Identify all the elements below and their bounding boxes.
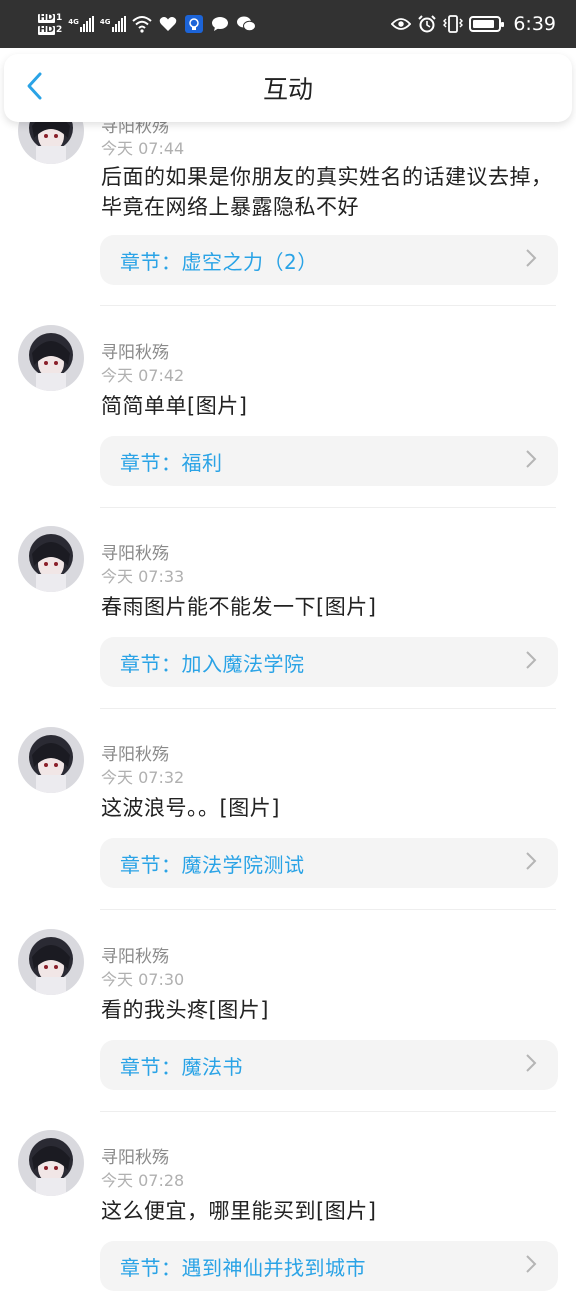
avatar[interactable] [18,1130,84,1196]
avatar[interactable] [18,526,84,592]
vibrate-icon [443,14,464,34]
timestamp: 今天 07:28 [101,1171,185,1190]
hd-badge-2: HD 2 [38,24,63,35]
battery-icon [469,16,505,32]
signal-1-icon: 4G [68,16,94,32]
timestamp: 今天 07:30 [101,970,185,989]
alarm-icon [417,14,437,34]
username: 寻阳秋殇 [101,947,169,967]
wechat-icon [236,14,256,34]
username: 寻阳秋殇 [101,544,169,564]
timestamp: 今天 07:33 [101,567,185,586]
avatar[interactable] [18,929,84,995]
username: 寻阳秋殇 [101,343,169,363]
eye-icon [391,14,412,34]
comment-text: 这么便宜，哪里能买到[图片] [101,1199,377,1223]
timestamp: 今天 07:44 [101,139,185,158]
avatar[interactable] [18,325,84,391]
clock: 6:39 [513,13,556,35]
heart-icon [158,14,178,34]
hd-badge-1: HD 1 [38,12,63,23]
comment-item: 寻阳秋殇 今天 07:42 简简单单[图片] 章节：福利 [0,201,576,508]
chapter-link[interactable]: 章节：遇到神仙并找到城市 [100,1241,558,1291]
battery-fill [473,20,494,28]
page-title: 互动 [262,75,313,104]
chevron-right-icon [524,1253,538,1279]
avatar[interactable] [18,727,84,793]
back-button[interactable] [18,72,50,104]
chapter-label: 章节：遇到神仙并找到城市 [120,1255,366,1280]
status-bar: HD 1 HD 2 4G 4G 6:39 [0,0,576,48]
chat-bubble-icon [210,14,230,34]
comment-item: 寻阳秋殇 今天 07:28 这么便宜，哪里能买到[图片] 章节：遇到神仙并找到城… [0,1006,576,1291]
wifi-icon [131,14,152,34]
comment-item: 寻阳秋殇 今天 07:30 看的我头疼[图片] 章节：魔法书 [0,805,576,1112]
comment-feed[interactable]: 寻阳秋殇 今天 07:44 后面的如果是你朋友的真实姓名的话建议去掉，毕竟在网络… [0,0,576,1291]
timestamp: 今天 07:42 [101,366,185,385]
status-left: HD 1 HD 2 4G 4G [38,12,256,35]
username: 寻阳秋殇 [101,745,169,765]
comment-item: 寻阳秋殇 今天 07:33 春雨图片能不能发一下[图片] 章节：加入魔法学院 [0,402,576,709]
comment-item: 寻阳秋殇 今天 07:32 这波浪号。。[图片] 章节：魔法学院测试 [0,603,576,910]
hd-indicators: HD 1 HD 2 [38,12,63,35]
lightbulb-app-icon [184,14,204,34]
top-nav-bar: 互动 [4,54,572,122]
timestamp: 今天 07:32 [101,768,185,787]
status-right: 6:39 [391,13,556,35]
signal-2-icon: 4G [100,16,126,32]
chevron-left-icon [24,71,44,105]
username: 寻阳秋殇 [101,1148,169,1168]
